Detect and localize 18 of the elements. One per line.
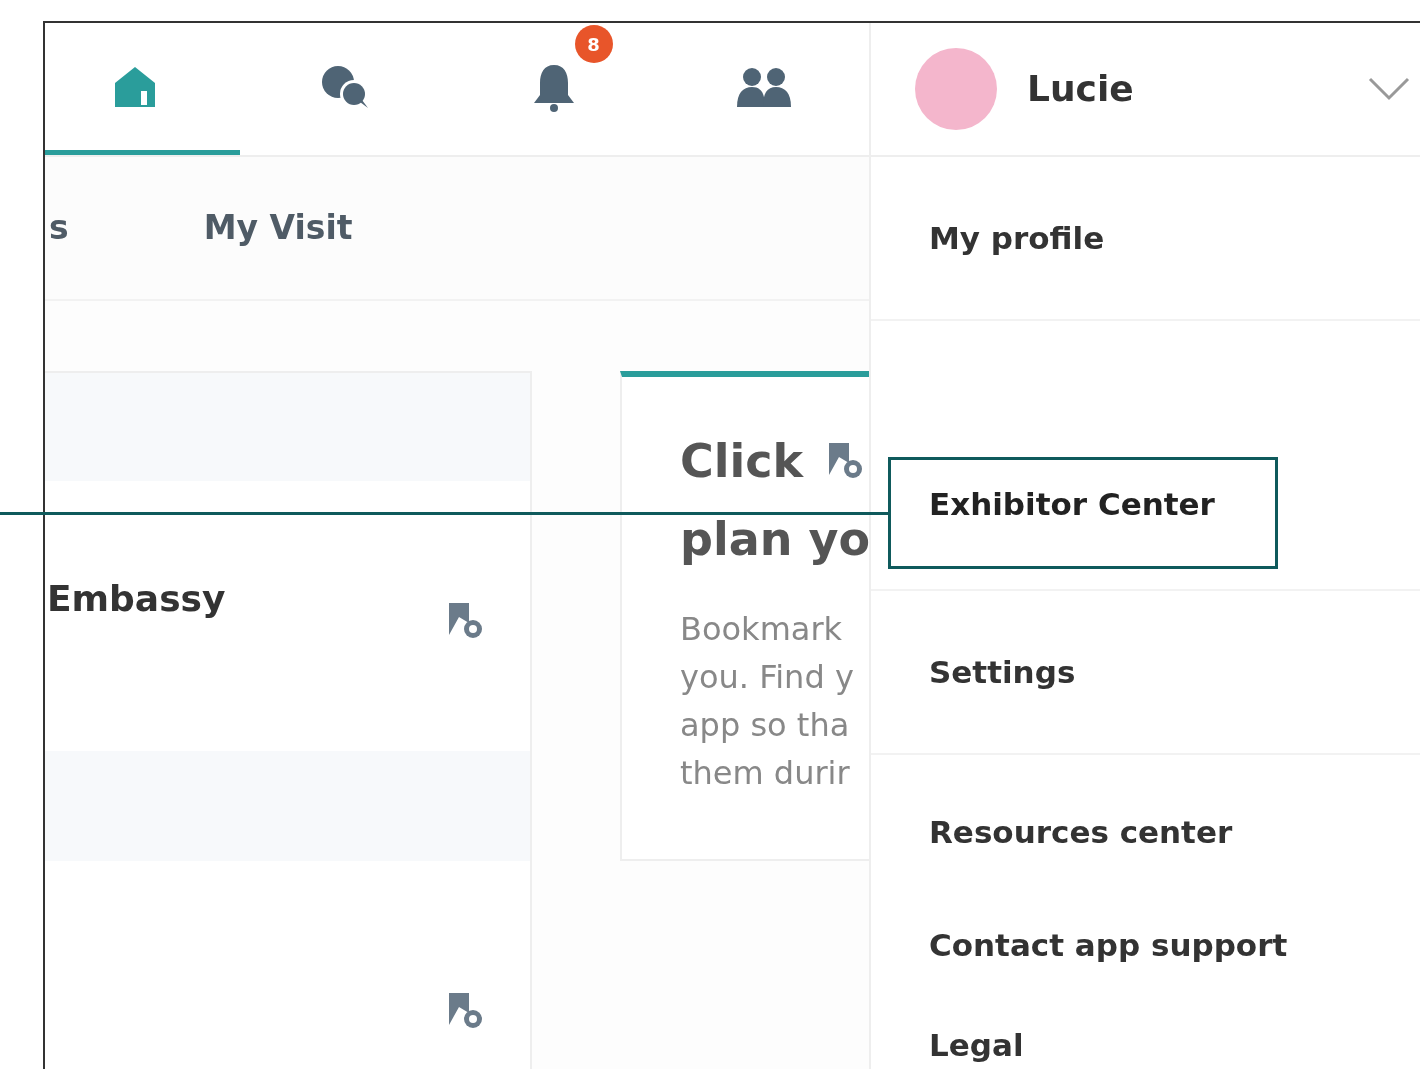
promo-text: app so tha [680, 705, 851, 746]
nav-tab[interactable]: 8 [449, 23, 660, 155]
menu-item[interactable]: Settings [929, 648, 1076, 696]
notification-badge: 8 [574, 25, 613, 63]
promo-heading: Click [680, 438, 804, 484]
menu-item[interactable]: Resources center [929, 808, 1233, 855]
chevron-down-icon[interactable] [1368, 77, 1410, 101]
menu-item[interactable]: Exhibitor Center [929, 480, 1215, 527]
promo-text: them durir [680, 753, 851, 794]
menu-item[interactable]: Legal [929, 1021, 1024, 1069]
exhibitor-name: Embassy [47, 581, 226, 617]
menu-item[interactable]: Contact app support [929, 921, 1288, 969]
promo-text: Bookmark [680, 609, 844, 650]
menu-item[interactable]: My profile [929, 214, 1105, 262]
user-name: Lucie [1027, 67, 1135, 111]
section-tab[interactable]: s [49, 203, 69, 253]
promo-text: you. Find y [680, 657, 855, 698]
section-tab[interactable]: My Visit [203, 203, 353, 253]
